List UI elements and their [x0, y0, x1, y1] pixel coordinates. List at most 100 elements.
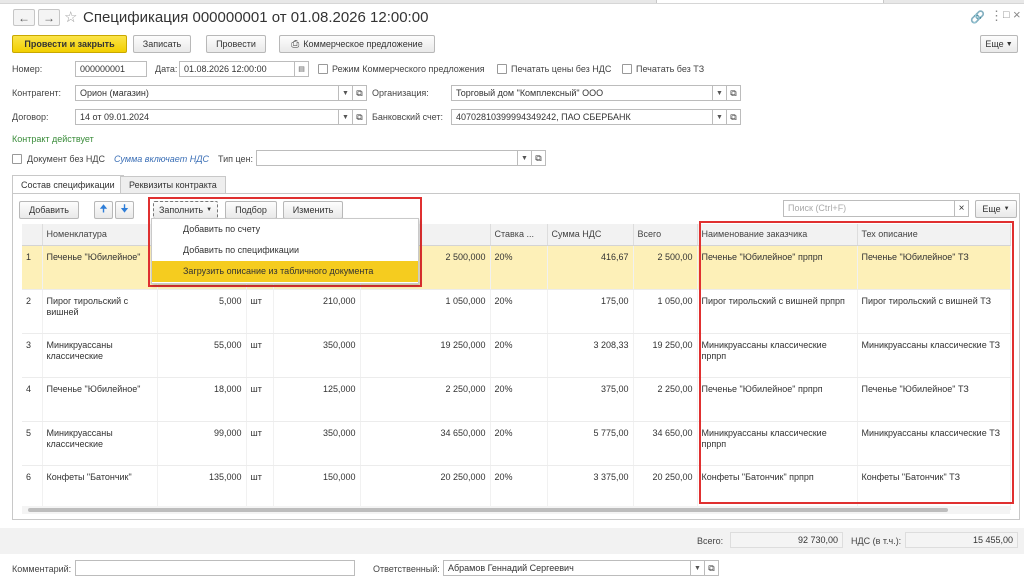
search-input[interactable]: Поиск (Ctrl+F) [783, 200, 955, 217]
table-cell[interactable]: 350,000 [273, 333, 361, 378]
search-clear-button[interactable]: × [955, 200, 969, 217]
contract-dropdown[interactable]: ▼ [339, 109, 353, 125]
print-no-tz-checkbox[interactable] [622, 64, 632, 74]
responsible-open-button[interactable]: ⧉ [705, 560, 719, 576]
table-cell[interactable]: 1 050,00 [633, 289, 698, 334]
counterparty-dropdown[interactable]: ▼ [339, 85, 353, 101]
table-cell[interactable]: 20% [490, 465, 548, 510]
table-cell[interactable]: 125,000 [273, 377, 361, 422]
table-cell[interactable]: 2 250,000 [360, 377, 491, 422]
table-cell[interactable]: Миникруассаны классические [42, 333, 158, 378]
counterparty-field[interactable]: Орион (магазин) [75, 85, 339, 101]
date-field[interactable]: 01.08.2026 12:00:00 [179, 61, 295, 77]
post-button[interactable]: Провести [206, 35, 266, 53]
column-header[interactable] [22, 224, 43, 246]
price-type-open-button[interactable]: ⧉ [532, 150, 546, 166]
menu-item-add-by-invoice[interactable]: Добавить по счету [152, 219, 418, 240]
number-field[interactable]: 000000001 [75, 61, 147, 77]
bank-open-button[interactable]: ⧉ [727, 109, 741, 125]
table-cell[interactable]: 6 [22, 465, 43, 510]
table-cell[interactable]: 3 [22, 333, 43, 378]
bank-field[interactable]: 40702810399994349242, ПАО СБЕРБАНК [451, 109, 713, 125]
table-cell[interactable]: 5 775,00 [547, 421, 634, 466]
column-header[interactable]: Ставка ... [490, 224, 548, 246]
price-type-field[interactable] [256, 150, 518, 166]
organization-dropdown[interactable]: ▼ [713, 85, 727, 101]
save-button[interactable]: Записать [133, 35, 191, 53]
table-cell[interactable]: Пирог тирольский с вишней [42, 289, 158, 334]
sum-incl-vat-link[interactable]: Сумма включает НДС [114, 154, 209, 164]
table-cell[interactable]: 20% [490, 289, 548, 334]
table-cell[interactable]: 5,000 [157, 289, 247, 334]
more-button[interactable]: Еще ▼ [980, 35, 1018, 53]
table-cell[interactable]: 3 375,00 [547, 465, 634, 510]
table-cell[interactable]: 4 [22, 377, 43, 422]
table-cell[interactable]: 19 250,00 [633, 333, 698, 378]
column-header[interactable]: Номенклатура [42, 224, 158, 246]
link-icon[interactable]: 🔗 [970, 10, 985, 24]
table-cell[interactable]: шт [246, 333, 274, 378]
table-cell[interactable]: шт [246, 465, 274, 510]
table-cell[interactable]: 34 650,00 [633, 421, 698, 466]
table-cell[interactable]: 1 [22, 245, 43, 290]
table-cell[interactable]: 20% [490, 421, 548, 466]
table-cell[interactable]: 2 500,00 [633, 245, 698, 290]
move-up-button[interactable]: 🠉 [94, 201, 113, 219]
table-cell[interactable]: 20 250,00 [633, 465, 698, 510]
table-cell[interactable]: 175,00 [547, 289, 634, 334]
table-cell[interactable]: 3 208,33 [547, 333, 634, 378]
star-icon[interactable]: ☆ [64, 8, 77, 26]
table-more-button[interactable]: Еще ▼ [975, 200, 1017, 218]
table-cell[interactable]: шт [246, 289, 274, 334]
tab-contract-details[interactable]: Реквизиты контракта [120, 176, 226, 193]
table-cell[interactable]: шт [246, 421, 274, 466]
commercial-offer-button[interactable]: ⎙ Коммерческое предложение [279, 35, 435, 53]
table-cell[interactable]: 150,000 [273, 465, 361, 510]
calendar-button[interactable]: ▤ [295, 61, 309, 77]
table-cell[interactable]: 135,000 [157, 465, 247, 510]
move-down-button[interactable]: 🠋 [115, 201, 134, 219]
price-type-dropdown[interactable]: ▼ [518, 150, 532, 166]
table-cell[interactable]: Печенье "Юбилейное" [42, 377, 158, 422]
forward-button[interactable]: → [38, 9, 60, 26]
table-cell[interactable]: 350,000 [273, 421, 361, 466]
contract-open-button[interactable]: ⧉ [353, 109, 367, 125]
table-cell[interactable]: 34 650,000 [360, 421, 491, 466]
counterparty-open-button[interactable]: ⧉ [353, 85, 367, 101]
print-no-vat-checkbox[interactable] [497, 64, 507, 74]
column-header[interactable]: Сумма НДС [547, 224, 634, 246]
organization-field[interactable]: Торговый дом "Комплексный" ООО [451, 85, 713, 101]
commercial-mode-checkbox[interactable] [318, 64, 328, 74]
table-cell[interactable]: шт [246, 377, 274, 422]
table-cell[interactable]: 20% [490, 245, 548, 290]
table-cell[interactable]: 19 250,000 [360, 333, 491, 378]
column-header[interactable]: Всего [633, 224, 698, 246]
menu-item-add-by-spec[interactable]: Добавить по спецификации [152, 240, 418, 261]
post-and-close-button[interactable]: Провести и закрыть [12, 35, 127, 53]
close-icon[interactable]: × [1013, 7, 1021, 22]
scrollbar-thumb[interactable] [28, 508, 948, 512]
comment-field[interactable] [75, 560, 355, 576]
back-button[interactable]: ← [13, 9, 35, 26]
table-cell[interactable]: 18,000 [157, 377, 247, 422]
more-vertical-icon[interactable]: ⋮ [990, 8, 1003, 24]
table-cell[interactable]: 55,000 [157, 333, 247, 378]
organization-open-button[interactable]: ⧉ [727, 85, 741, 101]
table-cell[interactable]: 2 250,00 [633, 377, 698, 422]
table-cell[interactable]: 210,000 [273, 289, 361, 334]
table-cell[interactable]: 2 [22, 289, 43, 334]
table-cell[interactable]: 375,00 [547, 377, 634, 422]
doc-no-vat-checkbox[interactable] [12, 154, 22, 164]
tab-composition[interactable]: Состав спецификации [12, 175, 124, 194]
add-row-button[interactable]: Добавить [19, 201, 79, 219]
table-cell[interactable]: Конфеты "Батончик" [42, 465, 158, 510]
table-cell[interactable]: 5 [22, 421, 43, 466]
bank-dropdown[interactable]: ▼ [713, 109, 727, 125]
restore-icon[interactable]: □ [1003, 9, 1010, 21]
table-cell[interactable]: 1 050,000 [360, 289, 491, 334]
table-cell[interactable]: 20% [490, 333, 548, 378]
table-cell[interactable]: 99,000 [157, 421, 247, 466]
table-cell[interactable]: 20 250,000 [360, 465, 491, 510]
table-cell[interactable]: Миникруассаны классические [42, 421, 158, 466]
contract-field[interactable]: 14 от 09.01.2024 [75, 109, 339, 125]
